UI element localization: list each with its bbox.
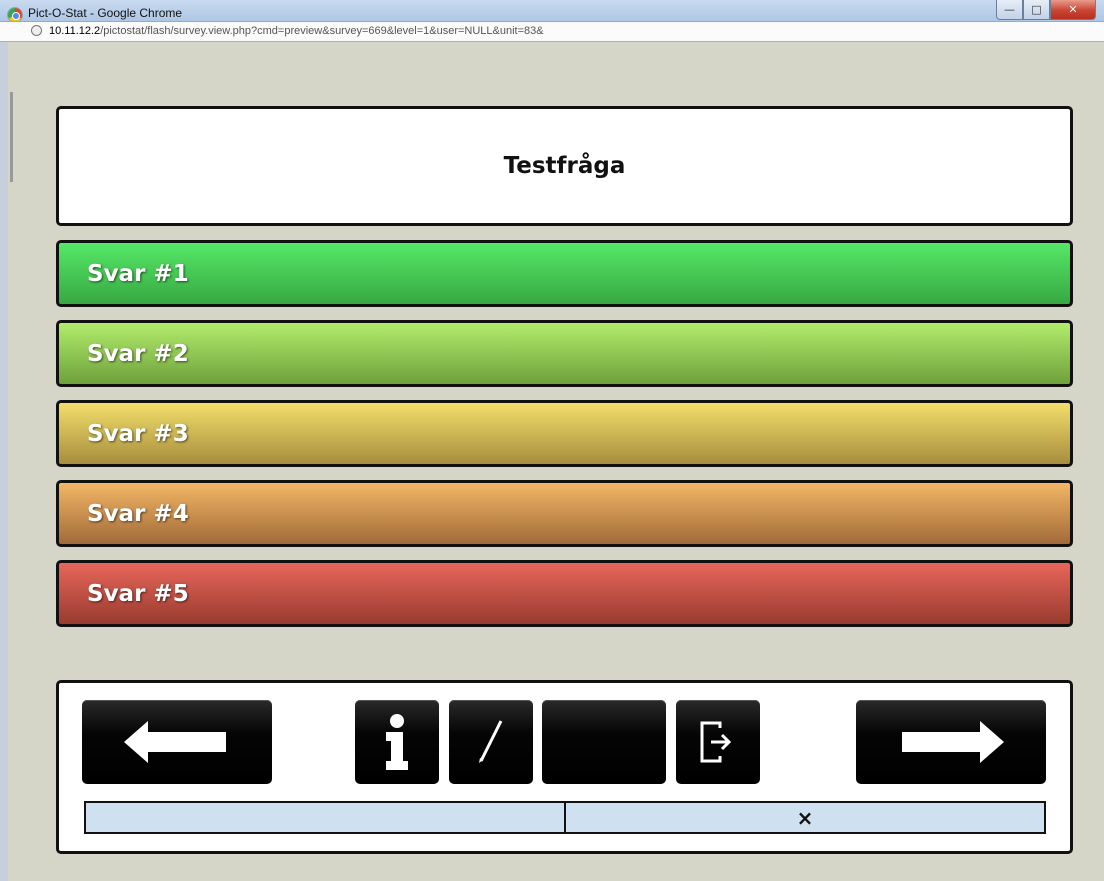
close-icon[interactable]: ×: [797, 808, 814, 828]
page-info-icon[interactable]: [31, 25, 42, 36]
address-bar[interactable]: 10.11.12.2/pictostat/flash/survey.view.p…: [0, 21, 1104, 42]
progress-segment-completed: [86, 803, 566, 832]
chrome-icon: [8, 8, 22, 22]
answer-label: Svar #5: [87, 580, 189, 607]
previous-button[interactable]: [82, 700, 272, 784]
answer-label: Svar #2: [87, 340, 189, 367]
info-icon: [386, 714, 408, 770]
info-button[interactable]: [355, 700, 439, 784]
progress-bar: ×: [84, 801, 1046, 834]
url-text[interactable]: 10.11.12.2/pictostat/flash/survey.view.p…: [49, 25, 544, 37]
question-text: Testfråga: [503, 153, 626, 179]
window-controls: — □ ✕: [996, 0, 1096, 20]
window-left-edge: [0, 42, 13, 881]
arrow-left-icon: [124, 721, 226, 763]
minimize-button[interactable]: —: [996, 0, 1023, 20]
pen-icon: [479, 720, 503, 763]
progress-segment-remaining[interactable]: ×: [566, 803, 1044, 832]
exit-icon: [700, 721, 732, 763]
answer-button-3[interactable]: Svar #3: [56, 400, 1073, 467]
answer-label: Svar #3: [87, 420, 189, 447]
answer-button-5[interactable]: Svar #5: [56, 560, 1073, 627]
window-title: Pict-O-Stat - Google Chrome: [28, 6, 183, 20]
answer-button-1[interactable]: Svar #1: [56, 240, 1073, 307]
edit-button[interactable]: [449, 700, 533, 784]
blank-toolbar-button[interactable]: [542, 700, 666, 784]
arrow-right-icon: [902, 721, 1004, 763]
answer-label: Svar #1: [87, 260, 189, 287]
next-button[interactable]: [856, 700, 1046, 784]
answer-button-4[interactable]: Svar #4: [56, 480, 1073, 547]
question-panel: Testfråga: [56, 106, 1073, 226]
close-window-button[interactable]: ✕: [1050, 0, 1096, 20]
maximize-button[interactable]: □: [1023, 0, 1050, 20]
answer-label: Svar #4: [87, 500, 189, 527]
exit-button[interactable]: [676, 700, 760, 784]
answer-button-2[interactable]: Svar #2: [56, 320, 1073, 387]
navigation-toolbar: ×: [56, 680, 1073, 854]
